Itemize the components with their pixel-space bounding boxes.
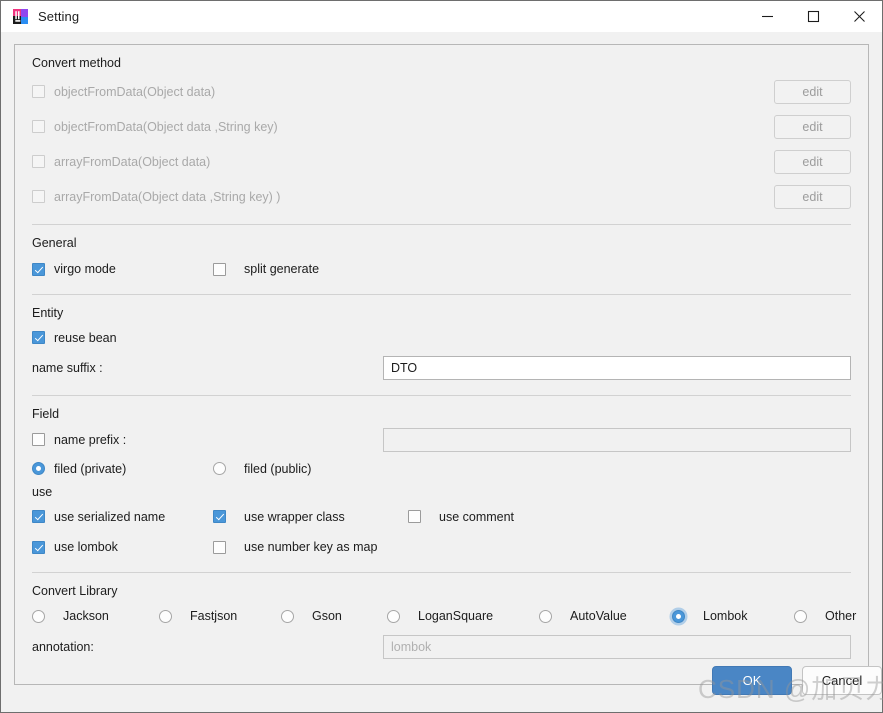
field-private-label: filed (private)	[54, 462, 126, 476]
window-title: Setting	[38, 9, 79, 24]
field-private-radio[interactable]	[32, 462, 45, 475]
convert-method-edit-button-0[interactable]: edit	[774, 80, 851, 104]
convert-method-row-0: objectFromData(Object data) edit	[32, 74, 851, 109]
use-row-2: use lombok use number key as map	[32, 532, 851, 562]
use-subsection-label: use	[32, 483, 851, 501]
convert-method-edit-button-3[interactable]: edit	[774, 185, 851, 209]
section-title-field: Field	[32, 396, 851, 425]
convert-method-label-3: arrayFromData(Object data ,String key) )	[54, 190, 280, 204]
ok-button[interactable]: OK	[712, 666, 792, 695]
use-comment-checkbox[interactable]	[408, 510, 421, 523]
convert-method-label-2: arrayFromData(Object data)	[54, 155, 210, 169]
convert-method-checkbox-1[interactable]	[32, 120, 45, 133]
section-title-convert-method: Convert method	[32, 45, 851, 74]
setting-dialog-window: Setting Convert met	[0, 0, 883, 713]
convert-method-checkbox-2[interactable]	[32, 155, 45, 168]
reuse-bean-checkbox[interactable]	[32, 331, 45, 344]
close-button[interactable]	[836, 1, 882, 31]
reuse-bean-row: reuse bean	[32, 324, 851, 351]
annotation-label: annotation:	[32, 640, 94, 654]
title-bar: Setting	[1, 1, 882, 32]
use-number-key-as-map-label: use number key as map	[244, 540, 377, 554]
field-public-radio[interactable]	[213, 462, 226, 475]
library-label-other: Other	[825, 609, 856, 623]
library-radio-autovalue[interactable]	[539, 610, 552, 623]
intellij-plugin-icon	[12, 8, 29, 25]
name-prefix-row: name prefix :	[32, 425, 851, 454]
library-label-jackson: Jackson	[63, 609, 109, 623]
library-radio-fastjson[interactable]	[159, 610, 172, 623]
convert-method-label-0: objectFromData(Object data)	[54, 85, 215, 99]
name-suffix-row: name suffix :	[32, 351, 851, 385]
maximize-button[interactable]	[790, 1, 836, 31]
convert-method-edit-button-2[interactable]: edit	[774, 150, 851, 174]
minimize-icon	[761, 10, 774, 23]
library-radio-lombok[interactable]	[672, 610, 685, 623]
virgo-mode-checkbox[interactable]	[32, 263, 45, 276]
use-comment-label: use comment	[439, 510, 514, 524]
convert-library-row: Jackson Fastjson Gson LoganSquare AutoVa…	[32, 602, 851, 630]
field-public-label: filed (public)	[244, 462, 311, 476]
use-lombok-label: use lombok	[54, 540, 118, 554]
use-wrapper-class-checkbox[interactable]	[213, 510, 226, 523]
library-label-logansquare: LoganSquare	[418, 609, 493, 623]
maximize-icon	[807, 10, 820, 23]
library-radio-logansquare[interactable]	[387, 610, 400, 623]
convert-method-row-3: arrayFromData(Object data ,String key) )…	[32, 179, 851, 214]
library-label-gson: Gson	[312, 609, 342, 623]
convert-method-edit-button-1[interactable]: edit	[774, 115, 851, 139]
name-prefix-checkbox[interactable]	[32, 433, 45, 446]
split-generate-label: split generate	[244, 262, 319, 276]
library-label-autovalue: AutoValue	[570, 609, 627, 623]
convert-method-checkbox-3[interactable]	[32, 190, 45, 203]
annotation-row: annotation:	[32, 630, 851, 664]
dialog-button-bar: OK Cancel	[712, 666, 882, 695]
general-row: virgo mode split generate	[32, 254, 851, 284]
library-radio-other[interactable]	[794, 610, 807, 623]
field-visibility-row: filed (private) filed (public)	[32, 454, 851, 483]
name-prefix-label: name prefix :	[54, 433, 126, 447]
section-title-entity: Entity	[32, 295, 851, 324]
use-serialized-name-checkbox[interactable]	[32, 510, 45, 523]
name-suffix-input[interactable]	[383, 356, 851, 380]
section-title-general: General	[32, 225, 851, 254]
virgo-mode-label: virgo mode	[54, 262, 116, 276]
close-icon	[853, 10, 866, 23]
use-serialized-name-label: use serialized name	[54, 510, 165, 524]
name-prefix-input[interactable]	[383, 428, 851, 452]
convert-method-row-2: arrayFromData(Object data) edit	[32, 144, 851, 179]
use-wrapper-class-label: use wrapper class	[244, 510, 345, 524]
window-controls	[744, 1, 882, 31]
minimize-button[interactable]	[744, 1, 790, 31]
dialog-body: Convert method objectFromData(Object dat…	[1, 32, 882, 712]
library-label-fastjson: Fastjson	[190, 609, 237, 623]
section-title-convert-library: Convert Library	[32, 573, 851, 602]
use-lombok-checkbox[interactable]	[32, 541, 45, 554]
use-row-1: use serialized name use wrapper class us…	[32, 501, 851, 532]
cancel-button[interactable]: Cancel	[802, 666, 882, 695]
reuse-bean-label: reuse bean	[54, 331, 117, 345]
convert-method-checkbox-0[interactable]	[32, 85, 45, 98]
library-radio-gson[interactable]	[281, 610, 294, 623]
use-number-key-as-map-checkbox[interactable]	[213, 541, 226, 554]
convert-method-row-1: objectFromData(Object data ,String key) …	[32, 109, 851, 144]
settings-panel: Convert method objectFromData(Object dat…	[14, 44, 869, 685]
library-radio-jackson[interactable]	[32, 610, 45, 623]
split-generate-checkbox[interactable]	[213, 263, 226, 276]
annotation-input[interactable]	[383, 635, 851, 659]
convert-method-label-1: objectFromData(Object data ,String key)	[54, 120, 278, 134]
library-label-lombok: Lombok	[703, 609, 747, 623]
name-suffix-label: name suffix :	[32, 361, 103, 375]
